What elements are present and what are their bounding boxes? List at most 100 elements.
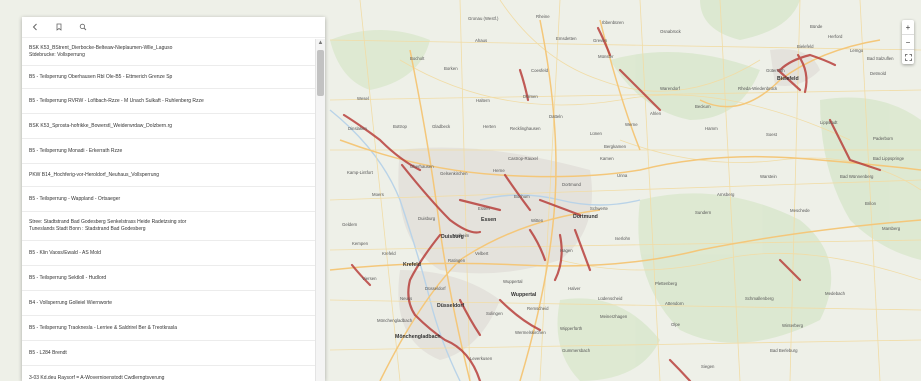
map-place-label: Dortmund	[573, 214, 598, 220]
map-place-label: Bottrop	[393, 124, 407, 129]
zoom-in-button[interactable]: +	[902, 20, 914, 35]
closure-list-item[interactable]: B4 - Vollsperrung Golleiel Wiernworte	[22, 291, 315, 316]
map-place-label: Oberhausen	[410, 164, 434, 169]
search-icon[interactable]	[76, 20, 90, 34]
map-place-label: Wipperfürth	[560, 326, 583, 331]
map-place-label: Halver	[568, 286, 581, 291]
map-place-label: Duisburg	[441, 234, 464, 240]
map-place-label: Borken	[444, 66, 458, 71]
map-place-label: Bocholt	[410, 56, 425, 61]
scroll-up-icon[interactable]: ▲	[316, 39, 325, 48]
map-place-label: Kempen	[352, 241, 369, 246]
map-place-label: Unna	[617, 173, 628, 178]
map-place-label: Dinslaken	[348, 126, 367, 131]
closure-list-item[interactable]: Stree: Stadtstrand Bad Godesberg Senkels…	[22, 212, 315, 241]
closure-title: B5 - Teilsperrung RVRW - Lofibach-Rzze -…	[29, 97, 204, 104]
map-place-label: Mönchengladbach	[377, 318, 413, 323]
map-place-label: Warendorf	[660, 86, 681, 91]
map-place-label: Moers	[372, 192, 384, 197]
closure-title: B5 - Teilsperrung Oberhausen Rbl Ole-B5 …	[29, 73, 173, 80]
map-place-label: Arnsberg	[717, 192, 735, 197]
map-place-label: Lüdenscheid	[598, 296, 623, 301]
map-place-label: Hamm	[705, 126, 718, 131]
map-place-label: Mönchengladbach	[395, 334, 441, 340]
closure-title: B5 - Klin Vaoss/Ewald - AS Mold	[29, 249, 101, 256]
closure-title: B5 - Teilsperrung - Wappland - Ortsaeger	[29, 195, 121, 202]
chevron-left-icon[interactable]	[28, 20, 42, 34]
map-place-label: Castrop-Rauxel	[508, 156, 538, 161]
closure-list-item[interactable]: BSK K53_Sprosta-hofrikke_Bowerstl_Weider…	[22, 114, 315, 139]
closure-title: B5 - L284 Brendt	[29, 349, 67, 356]
closure-list-item[interactable]: B5 - Teilsperrung Monadi - Erkerrath Rzz…	[22, 139, 315, 164]
map-place-label: Plettenberg	[655, 281, 678, 286]
closure-list-item[interactable]: B5 - Teilsperrung - Wappland - Ortsaeger	[22, 187, 315, 212]
map-place-label: Bünde	[810, 24, 823, 29]
map-place-label: Attendorn	[665, 301, 684, 306]
closure-list-item[interactable]: B5 - Teilsperrung RVRW - Lofibach-Rzze -…	[22, 89, 315, 114]
map-place-label: Wermelskirchen	[515, 330, 546, 335]
map-place-label: Brilon	[865, 201, 877, 206]
map-place-label: Wesel	[357, 96, 369, 101]
map-place-label: Osnabrück	[660, 29, 682, 34]
map-place-label: Winterberg	[782, 323, 804, 328]
map-place-label: Ratingen	[448, 258, 466, 263]
map-place-label: Beckum	[695, 104, 711, 109]
map-place-label: Rheine	[536, 14, 550, 19]
map-place-label: Bergkamen	[604, 144, 627, 149]
map-place-label: Herford	[828, 34, 843, 39]
map-place-label: Münster	[598, 54, 614, 59]
map-place-label: Marsberg	[882, 226, 901, 231]
map-place-label: Kamen	[600, 156, 614, 161]
map-place-label: Bielefeld	[797, 44, 814, 49]
zoom-out-button[interactable]: −	[902, 35, 914, 50]
closures-list-panel: BSK K53_BStrent_Dierbocke-Belteaw-Niepla…	[22, 17, 325, 381]
map-place-label: Schwerte	[590, 206, 609, 211]
map-place-label: Coesfeld	[531, 68, 549, 73]
map-place-label: Dülmen	[523, 94, 538, 99]
map-place-label: Solingen	[486, 311, 503, 316]
map-place-label: Krefeld	[403, 262, 421, 268]
map-place-label: Iserlohn	[615, 236, 631, 241]
scrollbar-thumb[interactable]	[317, 50, 324, 96]
map-place-label: Bad Wünnenberg	[840, 174, 874, 179]
map-place-label: Leverkusen	[470, 356, 493, 361]
map-place-label: Gladbeck	[432, 124, 451, 129]
map-place-label: Sundern	[695, 210, 712, 215]
fullscreen-icon[interactable]	[902, 50, 914, 64]
map-place-label: Bielefeld	[777, 76, 799, 82]
closure-list-item[interactable]: B5 - Teilsperrung Oberhausen Rbl Ole-B5 …	[22, 66, 315, 89]
map-place-label: Detmold	[870, 71, 887, 76]
closure-list-item[interactable]: B5 - Teilsperrung Traoknesla - Lerriee &…	[22, 316, 315, 341]
closure-list-item[interactable]: 3-03 Kd.deu Raysorf = A-Wovernioenstodt …	[22, 366, 315, 381]
map-place-label: Siegen	[701, 364, 715, 369]
map-place-label: Lippstadt	[820, 120, 838, 125]
map-place-label: Wuppertal	[503, 279, 523, 284]
map-place-label: Greven	[593, 38, 608, 43]
closure-title: BSK K53_BStrent_Dierbocke-Belteaw-Niepla…	[29, 45, 173, 51]
closure-list-item[interactable]: PKW B14_Hochferig-vor-Heroldorf_Neuhaus_…	[22, 164, 315, 187]
zoom-controls: + −	[902, 20, 914, 64]
bookmark-icon[interactable]	[52, 20, 66, 34]
map-place-label: Krefeld	[382, 251, 396, 256]
map-place-label: Dortmund	[562, 182, 581, 187]
closure-list-item[interactable]: B5 - Teilsperrung Sektloll - Hudlord	[22, 266, 315, 291]
map-place-label: Lemgo	[850, 48, 864, 53]
map-place-label: Duisburg	[418, 216, 436, 221]
map-place-label: Bad Berleburg	[770, 348, 798, 353]
map-place-label: Recklinghausen	[510, 126, 541, 131]
list-scrollbar[interactable]: ▲	[315, 39, 325, 381]
closure-list-item[interactable]: B5 - L284 Brendt	[22, 341, 315, 366]
map-place-label: Essen	[481, 217, 496, 223]
map-place-label: Bad Lippspringe	[873, 156, 905, 161]
map-place-label: Meinerzhagen	[600, 314, 628, 319]
map-place-label: Herne	[493, 168, 505, 173]
closure-list-item[interactable]: B5 - Klin Vaoss/Ewald - AS Mold	[22, 241, 315, 266]
map-place-label: Viersen	[362, 276, 377, 281]
map-place-label: Velbert	[475, 251, 489, 256]
map-place-label: Datteln	[549, 114, 563, 119]
closure-list-item[interactable]: BSK K53_BStrent_Dierbocke-Belteaw-Niepla…	[22, 39, 315, 66]
map-place-label: Bad Salzuflen	[867, 56, 894, 61]
map-place-label: Rheda-Wiedenbrück	[738, 86, 778, 91]
map-place-label: Geldern	[342, 222, 358, 227]
map-place-label: Essen	[478, 206, 491, 211]
